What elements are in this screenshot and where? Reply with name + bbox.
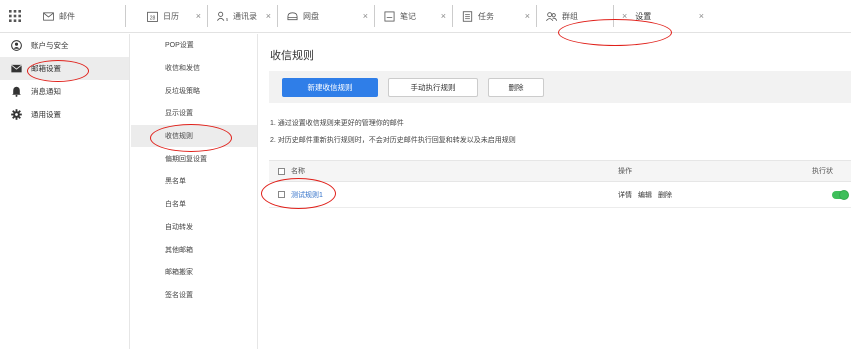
- main-content: 收信规则 新建收信规则 手动执行规则 删除 1. 通过设置收信规则来更好的管理你…: [259, 34, 851, 349]
- tab-label: 笔记: [400, 11, 416, 21]
- settings-subnav: POP设置 收信和发信 反垃圾策略 显示设置 收信规则 偏期回复设置 黑名单 白…: [131, 34, 258, 349]
- mail-icon: [42, 10, 54, 22]
- rules-toolbar: 新建收信规则 手动执行规则 删除: [269, 71, 851, 103]
- edit-link[interactable]: 编辑: [638, 192, 652, 199]
- rules-table: 名称 操作 执行状 测试规则1 详情 编辑 删除: [269, 160, 851, 208]
- tab-drive[interactable]: 网盘 ×: [278, 5, 375, 27]
- subnav-item-signature[interactable]: 签名设置: [131, 284, 257, 307]
- column-header-ops: 操作: [618, 168, 632, 175]
- user-circle-icon: [10, 40, 22, 52]
- run-rules-button[interactable]: 手动执行规则: [388, 78, 478, 97]
- contacts-icon: 5: [216, 10, 228, 22]
- page-title: 收信规则: [270, 50, 314, 62]
- subnav-item-send-receive[interactable]: 收信和发信: [131, 57, 257, 80]
- rule-enabled-toggle[interactable]: [832, 189, 849, 200]
- tasks-icon: [461, 10, 473, 22]
- tab-calendar[interactable]: 28 日历 ×: [138, 5, 208, 27]
- column-header-exec: 执行状: [812, 168, 833, 175]
- sidebar-item-notifications[interactable]: 消息通知: [0, 80, 129, 103]
- close-icon[interactable]: ×: [258, 11, 271, 21]
- close-icon[interactable]: ×: [355, 11, 368, 21]
- column-header-name: 名称: [291, 168, 305, 175]
- sidebar-item-label: 消息通知: [31, 87, 61, 96]
- apps-grid-icon[interactable]: [4, 5, 26, 27]
- row-checkbox[interactable]: [278, 191, 285, 198]
- tab-groups[interactable]: 群组: [537, 5, 614, 27]
- sidebar-item-label: 通用设置: [31, 110, 61, 119]
- svg-text:5: 5: [225, 17, 227, 22]
- svg-text:28: 28: [149, 15, 155, 21]
- subnav-item-display[interactable]: 显示设置: [131, 102, 257, 125]
- bell-icon: [10, 86, 22, 98]
- notes-icon: [383, 10, 395, 22]
- main-sidebar: 账户与安全 邮箱设置 消息通知 通用设置: [0, 34, 130, 349]
- tab-label: 群组: [562, 11, 578, 21]
- toggle-knob: [839, 189, 849, 200]
- table-header: 名称 操作 执行状: [269, 160, 851, 182]
- close-icon[interactable]: ×: [433, 11, 446, 21]
- calendar-icon: 28: [146, 10, 158, 22]
- tab-label: 邮件: [59, 11, 75, 21]
- gear-icon: [10, 109, 22, 121]
- tab-tasks[interactable]: 任务 ×: [453, 5, 537, 27]
- subnav-item-auto-reply[interactable]: 偏期回复设置: [131, 147, 257, 170]
- rule-name-link[interactable]: 测试规则1: [291, 190, 323, 200]
- delete-link[interactable]: 删除: [658, 192, 672, 199]
- sidebar-item-label: 邮箱设置: [31, 64, 61, 73]
- cloud-icon: [286, 10, 298, 22]
- subnav-item-pop[interactable]: POP设置: [131, 34, 257, 57]
- tab-settings[interactable]: × 设置 ×: [614, 5, 710, 27]
- tab-label: 任务: [478, 11, 494, 21]
- row-actions: 详情 编辑 删除: [618, 190, 678, 200]
- tab-mail[interactable]: 邮件: [34, 5, 126, 27]
- table-row[interactable]: 测试规则1 详情 编辑 删除: [269, 182, 851, 208]
- subnav-item-auto-forward[interactable]: 自动转发: [131, 216, 257, 239]
- envelope-icon: [10, 63, 22, 75]
- tab-label: 日历: [163, 11, 179, 21]
- tip-line: 1. 通过设置收信规则来更好的管理你的邮件: [270, 120, 404, 127]
- sidebar-item-account-security[interactable]: 账户与安全: [0, 34, 129, 57]
- close-icon[interactable]: ×: [188, 11, 201, 21]
- close-icon[interactable]: ×: [622, 11, 627, 21]
- subnav-item-whitelist[interactable]: 白名单: [131, 193, 257, 216]
- tab-label: 通讯录: [233, 11, 257, 21]
- tab-contacts[interactable]: 5 通讯录 ×: [208, 5, 278, 27]
- sidebar-item-label: 账户与安全: [31, 41, 69, 50]
- details-link[interactable]: 详情: [618, 192, 632, 199]
- subnav-item-other-mailbox[interactable]: 其他邮箱: [131, 238, 257, 261]
- tab-label: 设置: [635, 11, 652, 21]
- subnav-item-mailbox-migration[interactable]: 邮箱搬家: [131, 261, 257, 284]
- top-tab-bar: 邮件 28 日历 × 5 通讯录 × 网盘 × 笔记 × 任务 ×: [0, 0, 851, 33]
- close-icon[interactable]: ×: [517, 11, 530, 21]
- tab-label: 网盘: [303, 11, 319, 21]
- close-icon[interactable]: ×: [691, 11, 704, 21]
- tab-notes[interactable]: 笔记 ×: [375, 5, 453, 27]
- select-all-checkbox[interactable]: [278, 167, 285, 175]
- subnav-item-blacklist[interactable]: 黑名单: [131, 170, 257, 193]
- tip-line: 2. 对历史邮件重新执行规则时，不会对历史邮件执行回复和转发以及未启用规则: [270, 137, 516, 144]
- sidebar-item-general-settings[interactable]: 通用设置: [0, 103, 129, 126]
- new-rule-button[interactable]: 新建收信规则: [282, 78, 378, 97]
- subnav-item-anti-spam[interactable]: 反垃圾策略: [131, 79, 257, 102]
- group-icon: [545, 10, 557, 22]
- subnav-item-receive-rules[interactable]: 收信规则: [131, 124, 257, 148]
- delete-button[interactable]: 删除: [488, 78, 544, 97]
- sidebar-item-mailbox-settings[interactable]: 邮箱设置: [0, 57, 129, 80]
